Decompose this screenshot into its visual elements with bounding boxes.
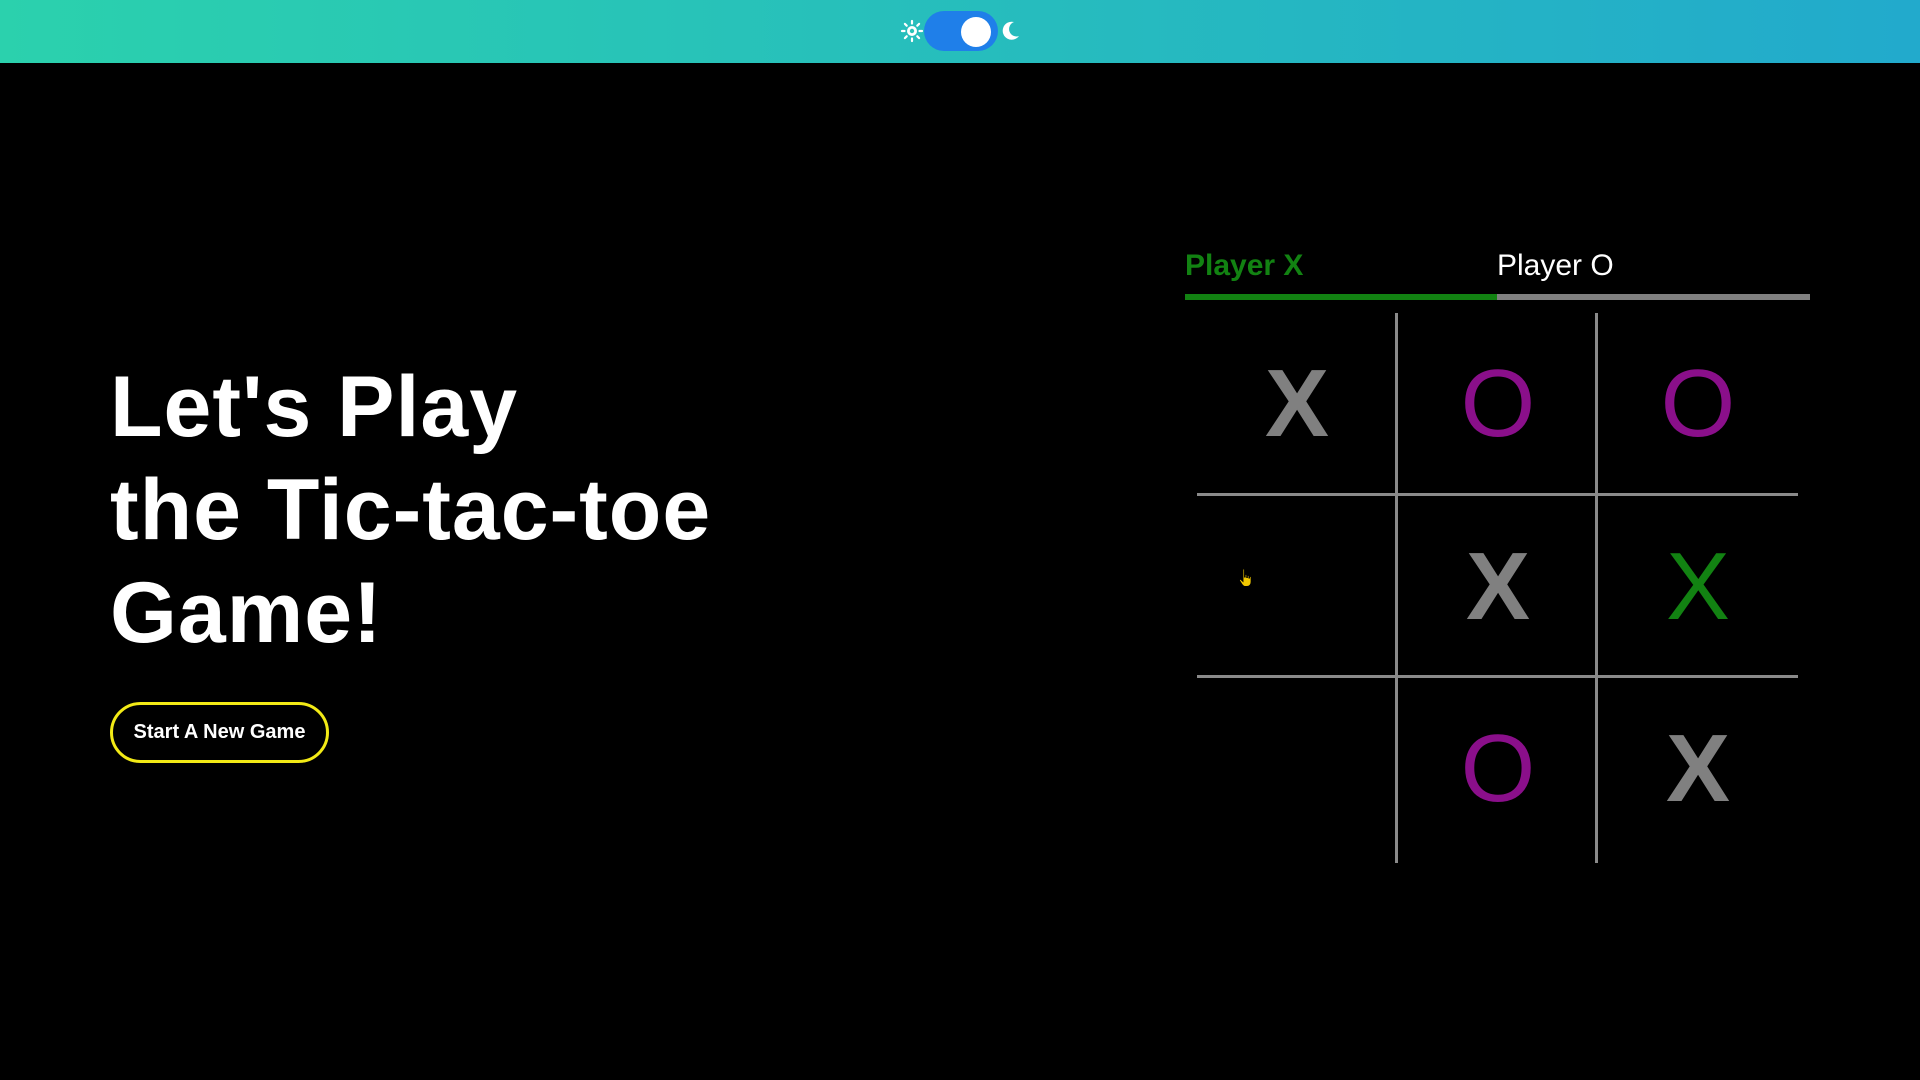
hero-title: Let's Play the Tic-tac-toe Game! (110, 356, 711, 665)
theme-toggle[interactable] (900, 10, 1020, 52)
pointer-hand-icon (1239, 568, 1252, 587)
theme-switch[interactable] (924, 11, 998, 51)
game-board: X O O X X O X (1197, 313, 1798, 863)
hero-title-line-1: Let's Play (110, 359, 519, 455)
hero-title-line-2: the Tic-tac-toe (110, 462, 712, 558)
board-cell-r3c1[interactable] (1197, 678, 1397, 860)
board-cell-r3c3[interactable]: X (1598, 678, 1798, 860)
board-cell-r2c2[interactable]: X (1398, 496, 1598, 678)
board-cell-r2c1[interactable] (1197, 496, 1397, 678)
board-cell-r3c2[interactable]: O (1398, 678, 1598, 860)
player-x-tab[interactable]: Player X (1185, 246, 1497, 300)
board-cell-r2c3[interactable]: X (1598, 496, 1798, 678)
player-o-tab[interactable]: Player O (1497, 246, 1810, 300)
sun-icon (900, 19, 924, 43)
moon-icon (1002, 21, 1019, 40)
board-cell-r1c2[interactable]: O (1398, 313, 1598, 495)
switch-knob (961, 17, 991, 47)
start-new-game-button[interactable]: Start A New Game (110, 702, 329, 763)
player-tabs: Player X Player O (1185, 246, 1810, 300)
board-cell-r1c3[interactable]: O (1598, 313, 1798, 495)
hero-title-line-3: Game! (110, 565, 383, 661)
top-bar (0, 0, 1920, 63)
board-cell-r1c1[interactable]: X (1197, 313, 1397, 495)
